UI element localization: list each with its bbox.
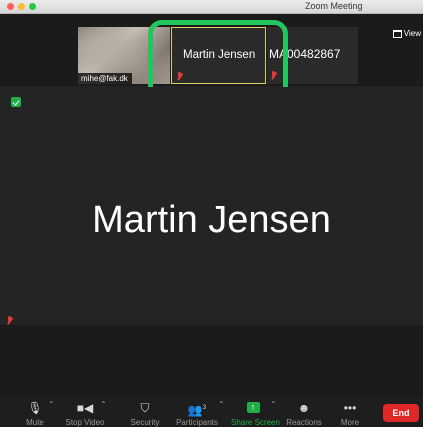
view-label: View bbox=[403, 29, 421, 38]
video-options-chevron-icon[interactable]: ⌃ bbox=[100, 400, 107, 409]
window-title: Zoom Meeting bbox=[305, 1, 363, 11]
main-speaker-name: Martin Jensen bbox=[92, 199, 331, 241]
meeting-toolbar: 🎙 Mute ⌃ ■◀ Stop Video ⌃ ⛉ Security 👥3 P… bbox=[0, 397, 423, 427]
meeting-stage: mihe@fak.dk Martin Jensen MA00482867 Vie… bbox=[0, 14, 423, 397]
security-shield-icon[interactable] bbox=[11, 97, 21, 107]
muted-mic-icon bbox=[7, 316, 13, 325]
ellipsis-icon: ••• bbox=[343, 401, 357, 415]
participants-options-chevron-icon[interactable]: ⌃ bbox=[218, 400, 225, 409]
main-video-area: Martin Jensen bbox=[0, 87, 423, 324]
smiley-icon: ☻ bbox=[297, 401, 311, 415]
end-meeting-button[interactable]: End bbox=[383, 404, 419, 422]
mute-options-chevron-icon[interactable]: ⌃ bbox=[48, 400, 55, 409]
microphone-icon: 🎙 bbox=[27, 401, 43, 415]
participants-button[interactable]: 👥3 Participants bbox=[174, 400, 220, 427]
security-button[interactable]: ⛉ Security bbox=[128, 400, 162, 427]
thumbnail-strip: mihe@fak.dk Martin Jensen MA00482867 Vie… bbox=[0, 14, 423, 100]
close-window-button[interactable] bbox=[7, 3, 14, 10]
share-screen-button[interactable]: ↑ Share Screen bbox=[231, 400, 280, 427]
shield-icon: ⛉ bbox=[140, 401, 150, 415]
mute-button[interactable]: 🎙 Mute bbox=[20, 400, 50, 427]
reactions-button[interactable]: ☻ Reactions bbox=[286, 400, 322, 427]
participants-count: 3 bbox=[202, 405, 207, 411]
window-titlebar: Zoom Meeting bbox=[0, 0, 423, 14]
share-options-chevron-icon[interactable]: ⌃ bbox=[270, 400, 277, 409]
participants-icon: 👥3 bbox=[187, 403, 207, 417]
minimize-window-button[interactable] bbox=[18, 3, 25, 10]
zoom-window-button[interactable] bbox=[29, 3, 36, 10]
view-button[interactable]: View bbox=[392, 29, 421, 38]
grid-view-icon bbox=[392, 29, 402, 38]
bottom-empty-area bbox=[0, 325, 423, 397]
participant-name: mihe@fak.dk bbox=[78, 73, 132, 84]
more-button[interactable]: ••• More bbox=[338, 400, 362, 427]
share-screen-icon: ↑ bbox=[246, 402, 260, 413]
